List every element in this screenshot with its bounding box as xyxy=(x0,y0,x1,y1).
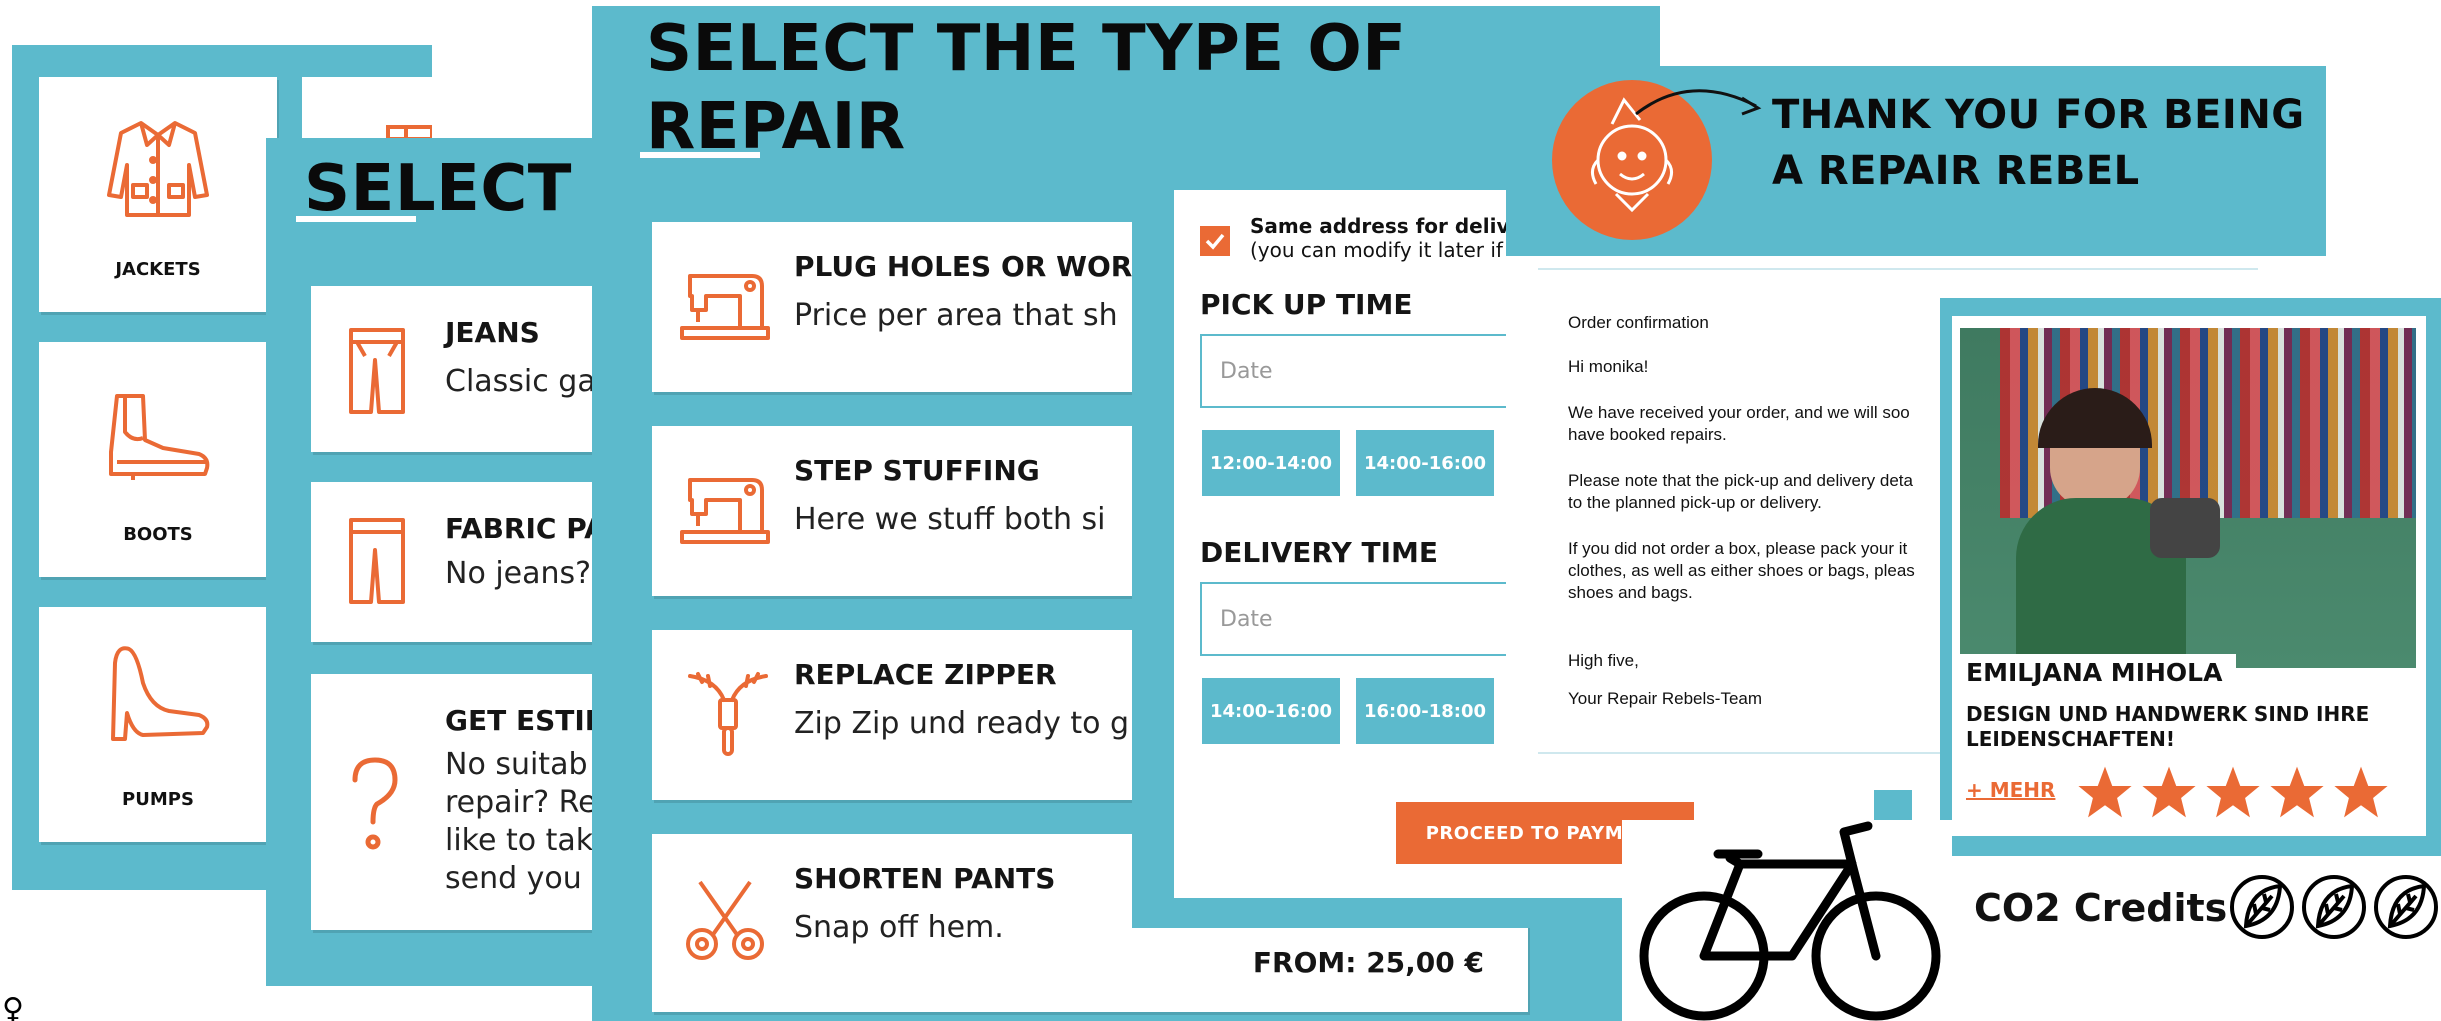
rating-stars xyxy=(2076,764,2390,820)
option-title: SHORTEN PANTS xyxy=(794,862,1056,895)
repair-option-fabric-pants[interactable]: FABRIC PA No jeans? xyxy=(311,482,606,642)
co2-label: CO2 Credits xyxy=(1974,886,2228,930)
option-title: JEANS xyxy=(445,316,540,349)
price-label: FROM: 25,00 € xyxy=(1252,946,1484,979)
jacket-icon xyxy=(103,115,213,220)
option-description: Price per area that sh xyxy=(794,298,1118,333)
heading-underline xyxy=(640,152,760,158)
pickup-slot-1400-1600[interactable]: 14:00-16:00 xyxy=(1356,430,1494,496)
repair-option-step-stuffing[interactable]: STEP STUFFING Here we stuff both si xyxy=(652,426,1212,596)
description-line: like to tak xyxy=(445,823,594,858)
arrow-icon xyxy=(1635,89,1762,116)
email-paragraph: If you did not order a box, please pack … xyxy=(1568,539,1915,602)
category-label: PUMPS xyxy=(122,789,194,810)
profile-tagline: DESIGN UND HANDWERK SIND IHRE LEIDENSCHA… xyxy=(1966,702,2370,751)
sewing-machine-icon xyxy=(680,270,770,346)
jeans-icon xyxy=(347,326,407,416)
repair-option-estimate[interactable]: GET ESTIM No suitab repair? Re like to t… xyxy=(311,674,606,930)
repair-option-jeans[interactable]: JEANS Classic ga xyxy=(311,286,606,452)
corner-glyph: ♀ xyxy=(2,992,24,1021)
divider xyxy=(1538,268,2258,270)
star-icon xyxy=(2206,766,2260,818)
delivery-slot-1600-1800[interactable]: 16:00-18:00 xyxy=(1356,678,1494,744)
profile-panel: EMILJANA MIHOLA DESIGN UND HANDWERK SIND… xyxy=(1940,298,2441,856)
pump-icon xyxy=(103,643,213,743)
email-greeting: Hi monika! xyxy=(1568,357,1649,376)
option-title: PLUG HOLES OR WORN xyxy=(794,250,1156,283)
option-description: Snap off hem. xyxy=(794,910,1004,945)
bicycle-icon xyxy=(1622,820,1952,1021)
category-card-pumps[interactable]: PUMPS xyxy=(39,607,277,842)
leaf-icon xyxy=(2374,875,2438,939)
profile-name: EMILJANA MIHOLA xyxy=(1952,654,2237,691)
leaf-icon xyxy=(2302,875,2366,939)
repair-option-replace-zipper[interactable]: REPLACE ZIPPER Zip Zip und ready to g xyxy=(652,630,1212,800)
pickup-heading: PICK UP TIME xyxy=(1200,288,1413,321)
same-address-checkbox[interactable] xyxy=(1200,226,1230,256)
option-description: No suitab repair? Re like to tak send yo… xyxy=(445,746,597,898)
star-icon xyxy=(2078,766,2132,818)
leaf-icon xyxy=(2230,875,2294,939)
option-description: No jeans? xyxy=(445,556,592,591)
iron-tool xyxy=(2150,498,2220,558)
more-link[interactable]: + MEHR xyxy=(1966,778,2055,802)
pickup-slot-1200-1400[interactable]: 12:00-14:00 xyxy=(1202,430,1340,496)
thank-you-heading-line2: A REPAIR REBEL xyxy=(1772,148,2140,194)
category-label: JACKETS xyxy=(115,259,201,280)
repair-option-plug-holes[interactable]: PLUG HOLES OR WORN Price per area that s… xyxy=(652,222,1212,392)
select-type-panel: SELECT T JEANS Classic ga FABRIC PA No j… xyxy=(266,138,606,986)
email-subject: Order confirmation xyxy=(1568,313,1709,332)
boot-icon xyxy=(103,392,213,482)
delivery-heading: DELIVERY TIME xyxy=(1200,536,1438,569)
email-paragraph: We have received your order, and we will… xyxy=(1568,403,1910,444)
description-line: No suitab xyxy=(445,747,588,782)
question-icon xyxy=(347,756,403,852)
email-paragraph: Please note that the pick-up and deliver… xyxy=(1568,471,1913,512)
zipper-icon xyxy=(686,670,770,760)
star-icon xyxy=(2270,766,2324,818)
profile-photo xyxy=(1960,328,2416,668)
delivery-slot-1400-1600[interactable]: 14:00-16:00 xyxy=(1202,678,1340,744)
option-title: STEP STUFFING xyxy=(794,454,1040,487)
profile-card: EMILJANA MIHOLA DESIGN UND HANDWERK SIND… xyxy=(1952,316,2426,836)
scissors-icon xyxy=(682,878,768,964)
email-signoff: High five, xyxy=(1568,651,1639,670)
panel-heading-line1: SELECT THE TYPE OF xyxy=(646,12,1407,86)
sewing-machine-icon xyxy=(680,474,770,550)
category-card-jackets[interactable]: JACKETS xyxy=(39,77,277,312)
option-title: REPLACE ZIPPER xyxy=(794,658,1057,691)
pants-icon xyxy=(347,516,407,606)
category-label: BOOTS xyxy=(123,524,193,545)
same-address-label: Same address for delivery xyxy=(1250,214,1546,238)
email-team: Your Repair Rebels-Team xyxy=(1568,689,1763,708)
panel-heading: SELECT T xyxy=(304,152,606,226)
checkmark-icon xyxy=(1205,233,1225,250)
option-title: FABRIC PA xyxy=(445,512,606,545)
option-description: Zip Zip und ready to g xyxy=(794,706,1130,741)
category-card-boots[interactable]: BOOTS xyxy=(39,342,277,577)
description-line: send you xyxy=(445,861,582,896)
option-description: Here we stuff both si xyxy=(794,502,1106,537)
leaf-icons xyxy=(2228,872,2440,942)
star-icon xyxy=(2334,766,2388,818)
co2-credits: CO2 Credits xyxy=(1960,862,2441,962)
heading-underline xyxy=(296,216,416,222)
same-address-note: (you can modify it later if xyxy=(1250,238,1503,262)
description-line: repair? Re xyxy=(445,785,597,820)
thank-you-heading-line1: THANK YOU FOR BEING xyxy=(1772,92,2305,138)
option-title: GET ESTIM xyxy=(445,704,606,737)
star-icon xyxy=(2142,766,2196,818)
option-description: Classic ga xyxy=(445,364,596,399)
